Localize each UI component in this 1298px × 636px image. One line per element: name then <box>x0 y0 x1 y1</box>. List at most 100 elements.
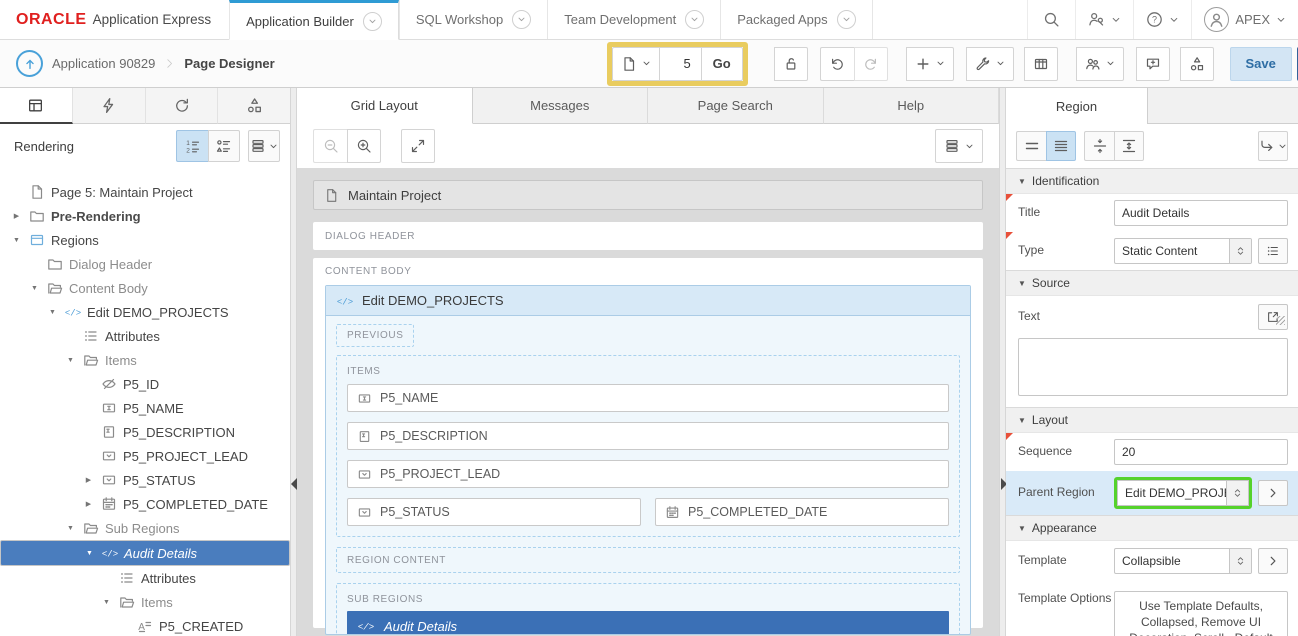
type-list-view-button[interactable] <box>208 130 240 162</box>
collapse-v-button[interactable] <box>1084 131 1114 161</box>
type-select[interactable]: Static Content <box>1114 238 1252 264</box>
tree-node-p5-id[interactable]: P5_ID <box>0 372 290 396</box>
tree-node-sub-regions[interactable]: ▼Sub Regions <box>0 516 290 540</box>
tree-node-p5-completed-date[interactable]: ▶P5_COMPLETED_DATE <box>0 492 290 516</box>
title-input[interactable] <box>1114 200 1288 226</box>
sub-regions-slot[interactable]: SUB REGIONS </> Audit Details <box>336 583 960 635</box>
tab-region[interactable]: Region <box>1006 88 1148 124</box>
tree-node-p5-name[interactable]: P5_NAME <box>0 396 290 420</box>
wrench-button[interactable] <box>966 47 1014 81</box>
type-list-button[interactable] <box>1258 238 1288 264</box>
page-title-bar[interactable]: Maintain Project <box>313 180 983 210</box>
resize-handle[interactable] <box>1276 316 1285 325</box>
nav-tab-menu[interactable] <box>837 10 856 29</box>
sub-region-audit-details[interactable]: </> Audit Details <box>347 611 949 635</box>
nav-tab-menu[interactable] <box>685 10 704 29</box>
nav-tab-sql-workshop[interactable]: SQL Workshop <box>399 0 547 39</box>
section-identification[interactable]: ▼ Identification <box>1006 168 1298 194</box>
rendering-menu-button[interactable] <box>248 130 280 162</box>
align-2-button[interactable] <box>1016 131 1046 161</box>
align-4-button[interactable] <box>1046 131 1076 161</box>
source-text-area[interactable] <box>1018 338 1288 396</box>
section-source[interactable]: ▼ Source <box>1006 270 1298 296</box>
up-to-application-button[interactable] <box>16 50 43 77</box>
items-slot[interactable]: ITEMS P5_NAMEP5_DESCRIPTIONP5_PROJECT_LE… <box>336 355 960 537</box>
template-options-button[interactable]: Use Template Defaults, Collapsed, Remove… <box>1114 591 1288 636</box>
nav-tab-team-development[interactable]: Team Development <box>547 0 720 39</box>
grid-button[interactable] <box>1024 47 1058 81</box>
tree-right-arrow-icon[interactable]: ▶ <box>10 212 23 220</box>
user-menu[interactable]: APEX <box>1191 0 1298 39</box>
administration-menu[interactable] <box>1075 0 1133 39</box>
grid-item-p5_project_lead[interactable]: P5_PROJECT_LEAD <box>347 460 949 488</box>
tree-down-arrow-icon[interactable]: ▼ <box>10 237 23 244</box>
grid-item-p5_description[interactable]: P5_DESCRIPTION <box>347 422 949 450</box>
shapes-button[interactable] <box>1180 47 1214 81</box>
nav-tab-menu[interactable] <box>363 12 382 31</box>
expand-all-button[interactable] <box>401 129 435 163</box>
spinner-button[interactable] <box>1229 239 1251 263</box>
template-select[interactable]: Collapsible <box>1114 548 1252 574</box>
section-layout[interactable]: ▼ Layout <box>1006 407 1298 433</box>
tree-node-regions[interactable]: ▼Regions <box>0 228 290 252</box>
spinner-button[interactable] <box>1229 549 1251 573</box>
tree-node-items[interactable]: ▼Items <box>0 590 290 614</box>
tree-down-arrow-icon[interactable]: ▼ <box>28 285 41 292</box>
previous-slot[interactable]: PREVIOUS <box>336 324 414 347</box>
dialog-header-slot[interactable]: DIALOG HEADER <box>313 222 983 250</box>
template-goto-button[interactable] <box>1258 548 1288 574</box>
left-tab-refresh[interactable] <box>146 88 219 124</box>
tree-node-p5-project-lead[interactable]: P5_PROJECT_LEAD <box>0 444 290 468</box>
parent-region-goto-button[interactable] <box>1258 480 1288 506</box>
zoom-in-button[interactable] <box>347 129 381 163</box>
tree-node-audit-details[interactable]: ▼</>Audit Details <box>0 540 290 566</box>
lock-button[interactable] <box>774 47 808 81</box>
center-tab-help[interactable]: Help <box>824 88 1000 124</box>
go-button[interactable]: Go <box>701 47 743 81</box>
go-to-group-button[interactable] <box>1258 131 1288 161</box>
search-button[interactable] <box>1027 0 1075 39</box>
left-tab-bolt[interactable] <box>73 88 146 124</box>
tree-node-p5-created[interactable]: AP5_CREATED <box>0 614 290 636</box>
help-menu[interactable]: ? <box>1133 0 1191 39</box>
redo-button[interactable] <box>854 47 888 81</box>
team-button[interactable] <box>1076 47 1124 81</box>
tree-node-attributes[interactable]: Attributes <box>0 324 290 348</box>
center-tab-grid-layout[interactable]: Grid Layout <box>297 88 473 124</box>
page-number-field[interactable]: 5 <box>659 47 701 81</box>
order-list-view-button[interactable]: 12 <box>176 130 208 162</box>
save-button[interactable]: Save <box>1230 47 1292 81</box>
tree-right-arrow-icon[interactable]: ▶ <box>82 500 95 508</box>
collapse-left-panel-handle[interactable] <box>291 478 297 490</box>
region-content-slot[interactable]: REGION CONTENT <box>336 547 960 573</box>
tree-node-p5-description[interactable]: P5_DESCRIPTION <box>0 420 290 444</box>
left-tab-layout[interactable] <box>0 88 73 124</box>
region-edit-demo-projects[interactable]: </> Edit DEMO_PROJECTS PREVIOUS ITEMS P5… <box>325 285 971 635</box>
nav-tab-menu[interactable] <box>512 10 531 29</box>
region-header[interactable]: </> Edit DEMO_PROJECTS <box>326 286 970 316</box>
right-splitter[interactable] <box>999 88 1006 636</box>
tree-node-pre-rendering[interactable]: ▶Pre-Rendering <box>0 204 290 228</box>
undo-button[interactable] <box>820 47 854 81</box>
tree-node-page-5-maintain-project[interactable]: Page 5: Maintain Project <box>0 180 290 204</box>
left-tab-shapes[interactable] <box>218 88 290 124</box>
tree-node-attributes[interactable]: Attributes <box>0 566 290 590</box>
expand-v-button[interactable] <box>1114 131 1144 161</box>
plus-button[interactable] <box>906 47 954 81</box>
grid-item-p5_status[interactable]: P5_STATUS <box>347 498 641 526</box>
left-splitter[interactable] <box>290 88 297 636</box>
center-tab-page-search[interactable]: Page Search <box>648 88 824 124</box>
tree-node-edit-demo-projects[interactable]: ▼</>Edit DEMO_PROJECTS <box>0 300 290 324</box>
tree-down-arrow-icon[interactable]: ▼ <box>64 525 77 532</box>
tree-down-arrow-icon[interactable]: ▼ <box>100 599 113 606</box>
breadcrumb-application[interactable]: Application 90829 <box>52 56 155 71</box>
zoom-out-button[interactable] <box>313 129 347 163</box>
tree-down-arrow-icon[interactable]: ▼ <box>46 309 59 316</box>
spinner-button[interactable] <box>1226 481 1248 505</box>
nav-tab-application-builder[interactable]: Application Builder <box>229 0 399 40</box>
tree-node-p5-status[interactable]: ▶P5_STATUS <box>0 468 290 492</box>
page-picker-button[interactable] <box>612 47 659 81</box>
tree-node-content-body[interactable]: ▼Content Body <box>0 276 290 300</box>
tree-node-items[interactable]: ▼Items <box>0 348 290 372</box>
sequence-input[interactable] <box>1114 439 1288 465</box>
